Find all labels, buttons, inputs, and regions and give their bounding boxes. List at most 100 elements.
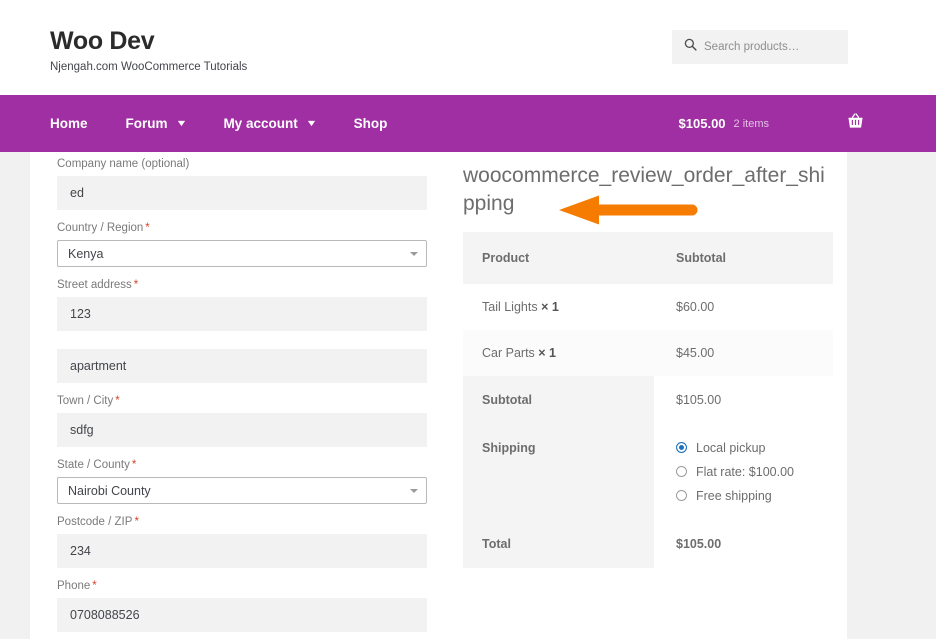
table-row: Tail Lights × 1 $60.00: [463, 283, 833, 330]
radio-icon[interactable]: [676, 490, 687, 502]
order-review: woocommerce_review_order_after_shipping …: [457, 158, 833, 639]
total-label: Total: [463, 519, 654, 568]
order-table-body: Tail Lights × 1 $60.00 Car Parts × 1 $45…: [463, 283, 833, 376]
field-label: State / County *: [57, 459, 454, 471]
required-marker: *: [134, 516, 139, 528]
field-label: Country / Region *: [57, 222, 454, 234]
select-value: Nairobi County: [68, 483, 151, 498]
field-label-text: State / County: [57, 459, 130, 471]
order-review-heading-text: woocommerce_review_order_after_shipping: [463, 164, 825, 216]
subtotal-label: Subtotal: [463, 375, 654, 424]
field-phone: Phone *: [57, 580, 454, 632]
shipping-option-free-shipping[interactable]: Free shipping: [676, 489, 833, 503]
shipping-option-label: Free shipping: [696, 488, 772, 503]
subtotal-amount: $105.00: [654, 375, 833, 424]
field-label: Postcode / ZIP *: [57, 516, 454, 528]
required-marker: *: [145, 222, 150, 234]
field-postcode-zip: Postcode / ZIP *: [57, 516, 454, 568]
field-label-text: Postcode / ZIP: [57, 516, 133, 528]
subtotal-row: Subtotal $105.00: [463, 375, 833, 424]
field-street-address: Street address *: [57, 279, 454, 331]
orange-arrow-annotation-icon: [559, 195, 701, 225]
checkout-content: Company name (optional) Country / Region…: [30, 152, 847, 639]
site-title[interactable]: Woo Dev: [50, 27, 247, 56]
company-name-input[interactable]: [57, 176, 427, 210]
product-qty: × 1: [538, 345, 557, 360]
radio-icon[interactable]: [676, 466, 687, 478]
order-table-foot: Subtotal $105.00 Shipping Local pickup F…: [463, 375, 833, 568]
town-city-input[interactable]: [57, 413, 427, 447]
shipping-methods-list: Local pickup Flat rate: $100.00 Free shi…: [676, 441, 833, 503]
state-county-select[interactable]: Nairobi County: [57, 477, 427, 504]
checkout-columns: Company name (optional) Country / Region…: [30, 152, 847, 639]
total-amount: $105.00: [654, 519, 833, 568]
field-label: Street address *: [57, 279, 454, 291]
field-label: Town / City *: [57, 395, 454, 407]
cart-total-amount: $105.00: [678, 116, 726, 131]
chevron-down-icon: [410, 488, 418, 493]
shipping-option-label: Flat rate: $100.00: [696, 464, 794, 479]
field-state-county: State / County * Nairobi County: [57, 459, 454, 504]
cell-product-subtotal: $60.00: [654, 283, 833, 330]
table-row: Car Parts × 1 $45.00: [463, 329, 833, 376]
site-branding: Woo Dev Njengah.com WooCommerce Tutorial…: [50, 27, 248, 74]
order-review-heading: woocommerce_review_order_after_shipping: [463, 162, 825, 225]
field-company-name: Company name (optional): [57, 158, 454, 210]
field-country-region: Country / Region * Kenya: [57, 222, 454, 267]
nav-item-my-account[interactable]: My account ▼: [223, 116, 317, 131]
total-row: Total $105.00: [463, 519, 833, 568]
primary-navigation: Home Forum ▼ My account ▼ Shop $105.00 2…: [0, 95, 936, 152]
street-address-input[interactable]: [57, 297, 427, 331]
product-qty: × 1: [541, 299, 559, 314]
chevron-down-icon: ▼: [174, 118, 187, 128]
required-marker: *: [131, 459, 137, 471]
billing-form: Company name (optional) Country / Region…: [57, 158, 454, 639]
cell-product-subtotal: $45.00: [654, 329, 833, 376]
shipping-label: Shipping: [463, 423, 654, 520]
nav-item-shop[interactable]: Shop: [354, 116, 388, 131]
required-marker: *: [115, 395, 120, 407]
phone-input[interactable]: [57, 598, 427, 632]
shopping-basket-icon[interactable]: [847, 113, 864, 134]
chevron-down-icon: [410, 251, 418, 256]
product-name: Car Parts: [482, 345, 535, 360]
postcode-zip-input[interactable]: [57, 534, 427, 568]
table-header-row: Product Subtotal: [463, 231, 833, 284]
cart-item-count: 2 items: [733, 117, 769, 130]
radio-icon[interactable]: [676, 442, 687, 454]
required-marker: *: [92, 580, 97, 592]
nav-list: Home Forum ▼ My account ▼ Shop: [50, 116, 387, 131]
product-name: Tail Lights: [482, 299, 538, 314]
nav-item-home[interactable]: Home: [50, 116, 88, 131]
field-label-text: Country / Region: [57, 222, 144, 234]
order-review-table: Product Subtotal Tail Lights × 1 $60.00: [463, 231, 833, 568]
shipping-row: Shipping Local pickup Flat rate: $100.00: [463, 423, 833, 520]
cart-summary[interactable]: $105.00 2 items: [679, 95, 864, 152]
shipping-option-flat-rate[interactable]: Flat rate: $100.00: [676, 465, 833, 479]
field-address-line-2: [57, 343, 454, 383]
order-table-head: Product Subtotal: [463, 231, 833, 284]
nav-item-label: My account: [223, 116, 298, 131]
select-value: Kenya: [68, 246, 104, 261]
nav-item-label: Shop: [353, 116, 388, 131]
cell-product-name: Car Parts × 1: [463, 329, 654, 376]
nav-item-label: Home: [50, 116, 88, 131]
shipping-option-local-pickup[interactable]: Local pickup: [676, 441, 833, 455]
country-region-select[interactable]: Kenya: [57, 240, 427, 267]
search-input[interactable]: [704, 41, 834, 53]
required-marker: *: [133, 279, 139, 291]
field-label-text: Phone: [57, 580, 91, 592]
product-search[interactable]: [672, 30, 848, 64]
nav-item-forum[interactable]: Forum ▼: [126, 116, 187, 131]
column-header-product: Product: [463, 231, 654, 284]
field-town-city: Town / City *: [57, 395, 454, 447]
shipping-options-cell: Local pickup Flat rate: $100.00 Free shi…: [654, 423, 833, 520]
apartment-input[interactable]: [57, 349, 427, 383]
field-label-text: Street address: [57, 279, 132, 291]
search-icon: [684, 38, 697, 56]
field-label: Phone *: [57, 580, 454, 592]
column-header-subtotal: Subtotal: [654, 231, 833, 284]
field-label: Company name (optional): [57, 158, 190, 170]
site-tagline: Njengah.com WooCommerce Tutorials: [50, 60, 248, 73]
site-header: Woo Dev Njengah.com WooCommerce Tutorial…: [0, 0, 936, 95]
